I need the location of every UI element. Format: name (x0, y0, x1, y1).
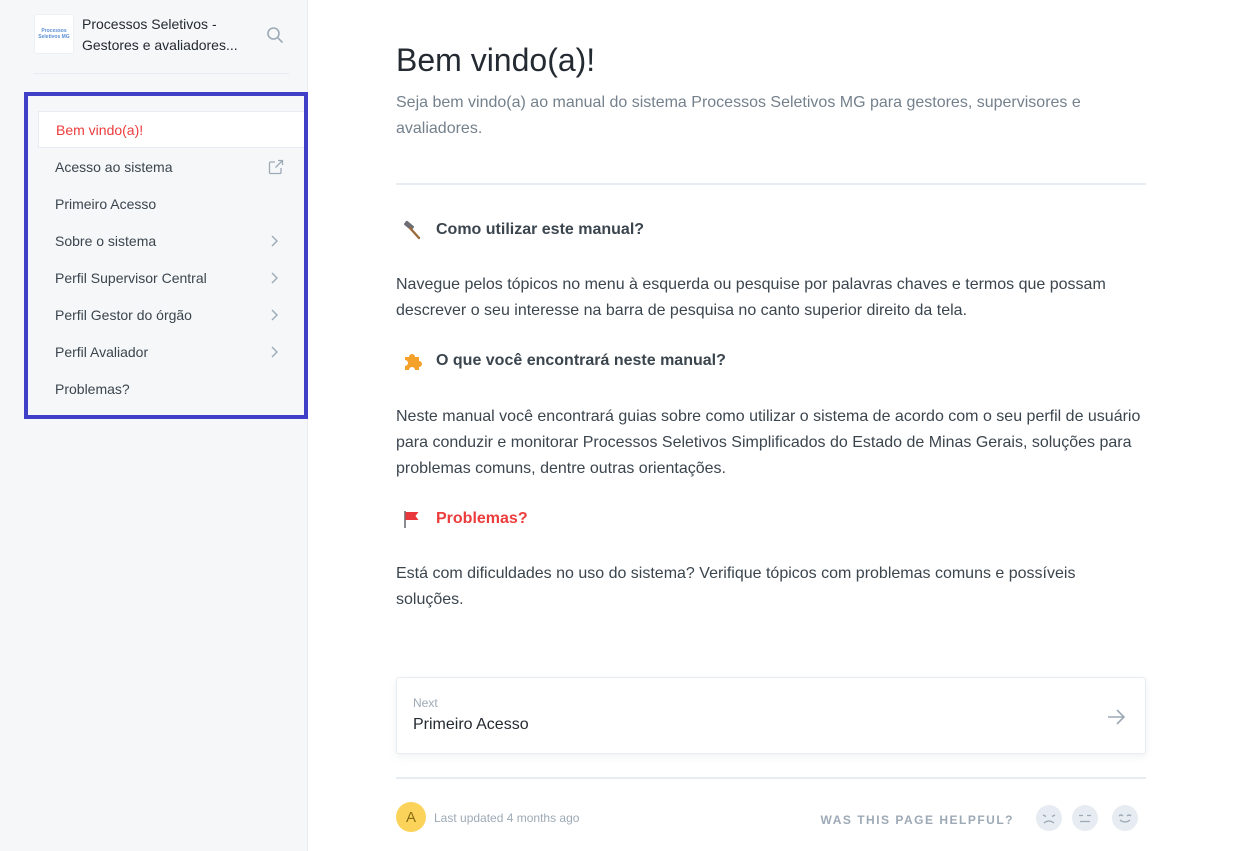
space-title[interactable]: Processos Seletivos - Gestores e avaliad… (82, 14, 252, 56)
section-heading-text: Problemas? (436, 510, 528, 527)
sidebar-item-bem-vindo[interactable]: Bem vindo(a)! (38, 111, 304, 148)
chevron-right-icon[interactable] (266, 233, 282, 249)
next-page-title: Primeiro Acesso (413, 716, 529, 733)
search-button[interactable] (266, 26, 284, 44)
section-body-o-que-encontrara: Neste manual você encontrará guias sobre… (396, 408, 1141, 477)
sidebar-item-primeiro-acesso[interactable]: Primeiro Acesso (38, 185, 304, 222)
external-link-icon (268, 159, 284, 174)
sidebar-item-label: Perfil Avaliador (55, 343, 149, 360)
sidebar-item-perfil-supervisor-central[interactable]: Perfil Supervisor Central (38, 259, 304, 296)
happy-face-button[interactable] (1112, 805, 1138, 831)
search-icon (267, 27, 283, 43)
red-flag-icon (404, 511, 419, 528)
sad-face-button[interactable] (1036, 805, 1062, 831)
page-description: Seja bem vindo(a) ao manual do sistema P… (396, 94, 1081, 137)
sidebar-item-acesso-ao-sistema[interactable]: Acesso ao sistema (38, 148, 304, 185)
section-heading-o-que-encontrara: O que você encontrará neste manual? (396, 350, 726, 372)
sidebar-item-label: Bem vindo(a)! (56, 121, 144, 138)
next-page-card[interactable]: Next Primeiro Acesso (396, 677, 1146, 754)
sidebar-item-problemas[interactable]: Problemas? (38, 370, 304, 407)
sidebar-item-label: Perfil Gestor do órgão (55, 306, 192, 323)
neutral-face-button[interactable] (1072, 805, 1098, 831)
hammer-icon (403, 220, 421, 240)
helpful-label: WAS THIS PAGE HELPFUL? (820, 813, 1014, 827)
section-heading-como-utilizar: Como utilizar este manual? (396, 219, 644, 241)
chevron-right-icon[interactable] (266, 307, 282, 323)
space-header: Processos Seletivos MG Processos Seletiv… (34, 14, 289, 74)
sidebar-nav: Bem vindo(a)! Acesso ao sistema Primeiro… (38, 111, 304, 407)
logo-text: Processos Seletivos MG (38, 28, 69, 40)
sidebar-item-label: Perfil Supervisor Central (55, 269, 207, 286)
header-divider (396, 183, 1146, 185)
sidebar-nav-highlight: Bem vindo(a)! Acesso ao sistema Primeiro… (24, 92, 308, 419)
page-footer: A Last updated 4 months ago WAS THIS PAG… (396, 802, 1146, 836)
happy-face-icon (1118, 814, 1132, 823)
section-heading-text: O que você encontrará neste manual? (436, 352, 726, 369)
section-heading-problemas: Problemas? (396, 508, 528, 530)
section-heading-text: Como utilizar este manual? (436, 221, 645, 238)
sidebar-item-label: Acesso ao sistema (55, 158, 173, 175)
logo-text-line2: Seletivos MG (38, 34, 70, 40)
sidebar-item-sobre-o-sistema[interactable]: Sobre o sistema (38, 222, 304, 259)
avatar: A (396, 802, 426, 832)
space-title-line2: Gestores e avaliadores... (82, 37, 238, 53)
sidebar-item-label: Sobre o sistema (55, 232, 157, 249)
sidebar-item-label: Problemas? (55, 380, 130, 397)
sidebar-item-label: Primeiro Acesso (55, 195, 157, 212)
chevron-right-icon[interactable] (266, 270, 282, 286)
next-label: Next (413, 696, 438, 710)
space-title-line1: Processos Seletivos - (82, 16, 217, 32)
sidebar-item-perfil-avaliador[interactable]: Perfil Avaliador (38, 333, 304, 370)
sidebar: Processos Seletivos MG Processos Seletiv… (0, 0, 308, 851)
puzzle-icon (405, 354, 422, 370)
arrow-right-icon (1108, 709, 1126, 725)
section-body-como-utilizar: Navegue pelos tópicos no menu à esquerda… (396, 276, 1106, 319)
neutral-face-icon (1079, 814, 1091, 823)
section-body-problemas: Está com dificuldades no uso do sistema?… (396, 565, 1076, 608)
footer-divider (396, 777, 1146, 779)
last-updated: Last updated 4 months ago (434, 811, 580, 825)
sad-face-icon (1042, 814, 1056, 824)
chevron-right-icon[interactable] (266, 344, 282, 360)
sidebar-item-perfil-gestor-do-orgao[interactable]: Perfil Gestor do órgão (38, 296, 304, 333)
page-title: Bem vindo(a)! (396, 42, 596, 78)
space-logo[interactable]: Processos Seletivos MG (34, 14, 74, 54)
